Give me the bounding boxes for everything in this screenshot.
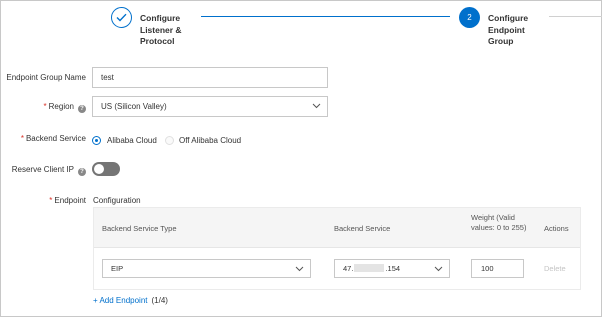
required-asterisk: *	[43, 102, 47, 111]
alibaba-cloud-radio[interactable]	[92, 136, 101, 145]
alibaba-cloud-radio-label[interactable]: Alibaba Cloud	[107, 136, 157, 145]
region-selected-value: US (Silicon Valley)	[101, 102, 167, 111]
chevron-down-icon	[295, 266, 304, 272]
region-select[interactable]: US (Silicon Valley)	[92, 96, 328, 117]
column-header-actions: Actions	[544, 224, 569, 233]
weight-input[interactable]: 100	[471, 259, 524, 278]
step-2-title: Configure Endpoint Group	[488, 13, 529, 46]
required-asterisk: *	[49, 196, 53, 205]
chevron-down-icon	[312, 103, 321, 109]
step-1-completed-icon	[111, 7, 132, 28]
add-endpoint-label[interactable]: + Add Endpoint	[93, 296, 148, 305]
column-header-backend-service-type: Backend Service Type	[102, 224, 177, 233]
step-connector-line-next	[549, 16, 602, 17]
backend-service-select[interactable]: 47. .154	[334, 259, 450, 278]
endpoint-group-name-label: Endpoint Group Name	[6, 73, 86, 82]
step-connector-line	[201, 16, 450, 17]
delete-link[interactable]: Delete	[544, 264, 566, 273]
add-endpoint-link[interactable]: + Add Endpoint (1/4)	[93, 296, 168, 305]
region-label: * Region?	[44, 102, 86, 113]
required-asterisk: *	[20, 134, 24, 143]
endpoint-label: * Endpoint	[49, 196, 86, 205]
backend-service-type-select[interactable]: EIP	[102, 259, 311, 278]
column-header-backend-service: Backend Service	[334, 224, 391, 233]
column-header-weight: Weight (Valid values: 0 to 255)	[471, 213, 527, 232]
backend-service-type-value: EIP	[111, 264, 124, 273]
endpoint-count: (1/4)	[151, 296, 168, 305]
help-icon[interactable]: ?	[78, 168, 86, 176]
reserve-client-ip-label: Reserve Client IP?	[12, 165, 86, 176]
endpoint-table: Backend Service Type Backend Service Wei…	[93, 207, 581, 290]
backend-service-label: * Backend Service	[20, 134, 86, 143]
step-1-title: Configure Listener & Protocol	[140, 13, 182, 46]
step-2-number: 2	[459, 7, 480, 28]
table-header: Backend Service Type Backend Service Wei…	[94, 208, 580, 248]
backend-service-value-suffix: .154	[385, 264, 401, 273]
endpoint-group-name-input[interactable]: test	[92, 67, 328, 88]
help-icon[interactable]: ?	[78, 105, 86, 113]
masked-ip-segment	[354, 264, 385, 272]
off-alibaba-cloud-radio-label[interactable]: Off Alibaba Cloud	[179, 136, 241, 145]
off-alibaba-cloud-radio[interactable]	[165, 136, 174, 145]
endpoint-configuration-caption: Configuration	[93, 196, 141, 205]
chevron-down-icon	[434, 266, 443, 272]
reserve-client-ip-toggle[interactable]	[92, 162, 120, 176]
toggle-knob	[94, 164, 104, 174]
backend-service-value-prefix: 47.	[343, 264, 354, 273]
